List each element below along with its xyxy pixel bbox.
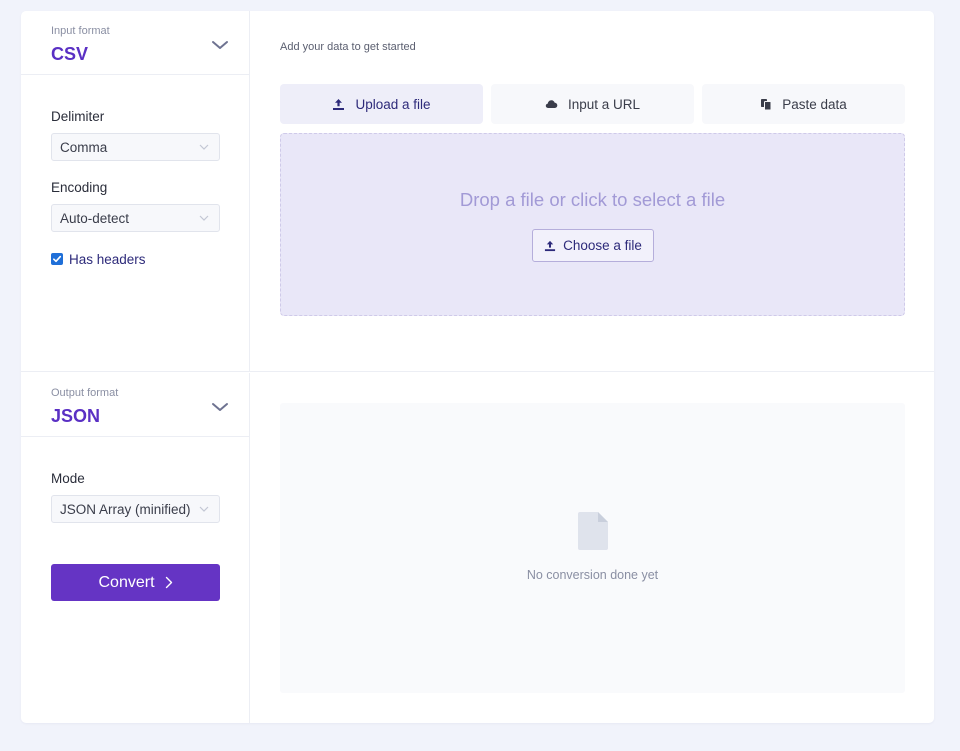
has-headers-label: Has headers <box>69 251 146 267</box>
input-format-value: CSV <box>51 44 89 64</box>
encoding-select[interactable]: Auto-detect <box>51 204 220 232</box>
empty-result-text: No conversion done yet <box>526 568 659 582</box>
chevron-down-icon <box>199 506 209 512</box>
upload-icon <box>544 240 556 252</box>
choose-file-button[interactable]: Choose a file <box>532 229 654 262</box>
upload-icon <box>332 98 345 111</box>
file-icon <box>578 512 608 550</box>
chevron-down-icon <box>199 144 209 150</box>
input-section: Input format CSV Delimiter Comma Encodin… <box>21 11 934 372</box>
delimiter-value: Comma <box>60 140 108 155</box>
converter-card: Input format CSV Delimiter Comma Encodin… <box>21 11 934 723</box>
output-format-value: JSON <box>51 406 101 426</box>
output-result-panel: No conversion done yet <box>250 373 934 723</box>
chevron-down-icon[interactable] <box>211 39 229 51</box>
mode-select[interactable]: JSON Array (minified) <box>51 495 220 523</box>
encoding-value: Auto-detect <box>60 211 130 226</box>
mode-value: JSON Array (minified) <box>60 502 191 517</box>
chevron-right-icon <box>165 576 172 589</box>
tab-input-url[interactable]: Input a URL <box>491 84 694 124</box>
mode-label: Mode <box>51 471 85 486</box>
input-format-selector[interactable]: Input format CSV <box>21 11 249 75</box>
choose-file-label: Choose a file <box>563 238 642 253</box>
delimiter-label: Delimiter <box>51 109 105 124</box>
delimiter-select[interactable]: Comma <box>51 133 220 161</box>
output-section: Output format JSON Mode JSON Array (mini… <box>21 373 934 723</box>
chevron-down-icon[interactable] <box>211 401 229 413</box>
output-format-label: Output format <box>51 387 119 399</box>
get-started-hint: Add your data to get started <box>280 41 416 53</box>
paste-icon <box>760 98 772 111</box>
tab-upload-file[interactable]: Upload a file <box>280 84 483 124</box>
convert-label: Convert <box>98 573 155 591</box>
tab-url-label: Input a URL <box>567 96 641 112</box>
input-options-sidebar: Input format CSV Delimiter Comma Encodin… <box>21 11 250 371</box>
tab-paste-label: Paste data <box>782 96 847 112</box>
output-options-sidebar: Output format JSON Mode JSON Array (mini… <box>21 373 250 723</box>
checkmark-icon <box>52 255 62 263</box>
input-format-label: Input format <box>51 25 110 37</box>
has-headers-checkbox[interactable] <box>51 253 63 265</box>
conversion-result-area: No conversion done yet <box>280 403 905 693</box>
tab-upload-label: Upload a file <box>355 96 431 112</box>
has-headers-option[interactable]: Has headers <box>51 251 146 267</box>
tab-paste-data[interactable]: Paste data <box>702 84 905 124</box>
encoding-label: Encoding <box>51 180 108 195</box>
dropzone-text: Drop a file or click to select a file <box>459 189 726 210</box>
input-source-panel: Add your data to get started Upload a fi… <box>250 11 934 371</box>
file-dropzone[interactable]: Drop a file or click to select a file Ch… <box>280 133 905 316</box>
source-tabs: Upload a file Input a URL Paste data <box>280 84 905 124</box>
chevron-down-icon <box>199 215 209 221</box>
output-format-selector[interactable]: Output format JSON <box>21 373 249 437</box>
cloud-icon <box>545 99 558 109</box>
convert-button[interactable]: Convert <box>51 564 220 601</box>
